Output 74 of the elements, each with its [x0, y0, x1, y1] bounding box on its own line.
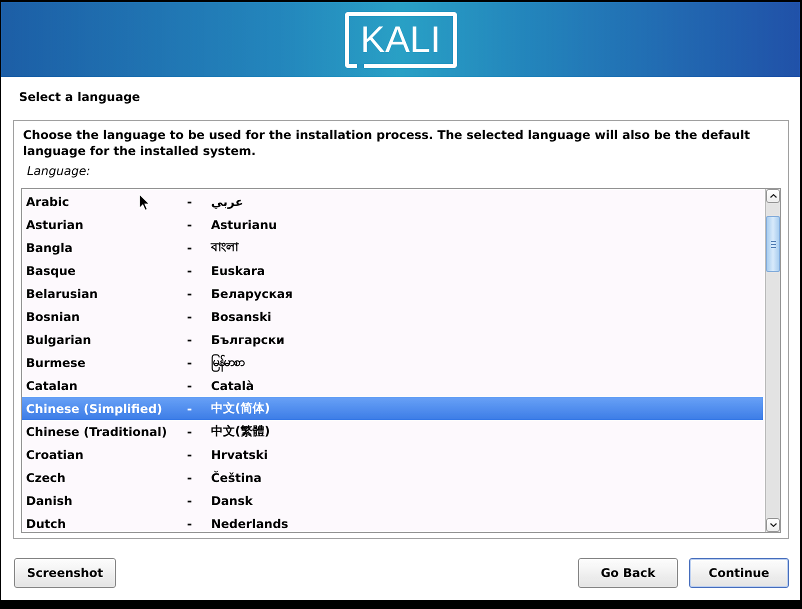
language-name: Asturian: [26, 218, 84, 232]
language-option[interactable]: Bangla - বাংলা: [22, 236, 763, 259]
language-name: Bosnian: [26, 310, 80, 324]
continue-button[interactable]: Continue: [689, 558, 789, 588]
native-language-name: Bosanski: [211, 310, 272, 324]
back-button[interactable]: Go Back: [578, 558, 678, 588]
language-option[interactable]: Belarusian - Беларуская: [22, 282, 763, 305]
caret-up-icon: [770, 194, 776, 198]
page-title: Select a language: [19, 89, 140, 105]
language-option[interactable]: Basque - Euskara: [22, 259, 763, 282]
native-language-name: 中文(简体): [211, 400, 270, 417]
screenshot-button[interactable]: Screenshot: [14, 558, 116, 588]
language-name: Belarusian: [26, 286, 98, 300]
language-option[interactable]: Danish - Dansk: [22, 489, 763, 512]
language-name: Arabic: [26, 194, 70, 208]
native-language-name: Dansk: [211, 494, 253, 508]
separator-dash: -: [187, 356, 192, 370]
language-name: Croatian: [26, 448, 84, 462]
language-name: Burmese: [26, 356, 86, 370]
native-language-name: Čeština: [211, 470, 262, 484]
native-language-name: বাংলা: [211, 238, 238, 256]
separator-dash: -: [187, 424, 192, 438]
language-option[interactable]: Czech - Čeština: [22, 466, 763, 489]
native-language-name: Català: [211, 378, 254, 392]
language-list-box[interactable]: [21, 188, 781, 533]
separator-dash: -: [187, 218, 192, 232]
separator-dash: -: [187, 516, 192, 530]
caret-down-icon: [770, 523, 776, 527]
language-name: Chinese (Simplified): [26, 402, 162, 416]
separator-dash: -: [187, 378, 192, 392]
native-language-name: عربي: [211, 194, 244, 208]
language-name: Chinese (Traditional): [26, 424, 168, 438]
language-name: Bangla: [26, 240, 73, 254]
language-option[interactable]: Asturian - Asturianu: [22, 213, 763, 236]
separator-dash: -: [187, 240, 192, 254]
native-language-name: Български: [211, 332, 285, 346]
scroll-down-button[interactable]: [766, 518, 780, 532]
separator-dash: -: [187, 470, 192, 484]
scroll-thumb[interactable]: [766, 216, 780, 272]
native-language-name: မြန်မာစာ: [211, 354, 244, 372]
language-name: Czech: [26, 470, 66, 484]
scroll-up-button[interactable]: [766, 189, 780, 203]
language-name: Catalan: [26, 378, 78, 392]
native-language-name: Asturianu: [211, 218, 277, 232]
language-option[interactable]: Burmese - မြန်မာစာ: [22, 351, 763, 374]
separator-dash: -: [187, 310, 192, 324]
language-option[interactable]: Bulgarian - Български: [22, 328, 763, 351]
separator-dash: -: [187, 494, 192, 508]
native-language-name: Nederlands: [211, 516, 288, 530]
separator-dash: -: [187, 286, 192, 300]
native-language-name: Euskara: [211, 264, 265, 278]
separator-dash: -: [187, 194, 192, 208]
separator-dash: -: [187, 332, 192, 346]
logo: KALI: [344, 12, 456, 68]
language-name: Dutch: [26, 516, 66, 530]
grip-icon: [770, 240, 776, 248]
language-option[interactable]: Chinese (Traditional) - 中文(繁體): [22, 420, 763, 443]
separator-dash: -: [187, 264, 192, 278]
native-language-name: 中文(繁體): [211, 423, 270, 440]
list-label: Language:: [27, 163, 90, 179]
scrollbar-track[interactable]: [765, 189, 780, 532]
separator-dash: -: [187, 402, 192, 416]
mouse-pointer-icon: [139, 194, 150, 211]
language-option[interactable]: Dutch - Nederlands: [22, 512, 763, 532]
native-language-name: Hrvatski: [211, 448, 268, 462]
instruction-text: Choose the language to be used for the installation process. The selected language will also be the default language for the installed system.: [22, 127, 751, 159]
language-name: Danish: [26, 494, 72, 508]
language-option[interactable]: Catalan - Català: [22, 374, 763, 397]
language-name: Bulgarian: [26, 332, 92, 346]
language-option[interactable]: Croatian - Hrvatski: [22, 443, 763, 466]
language-name: Basque: [26, 264, 76, 278]
language-option[interactable]: Bosnian - Bosanski: [22, 305, 763, 328]
native-language-name: Беларуская: [211, 286, 293, 300]
separator-dash: -: [187, 448, 192, 462]
